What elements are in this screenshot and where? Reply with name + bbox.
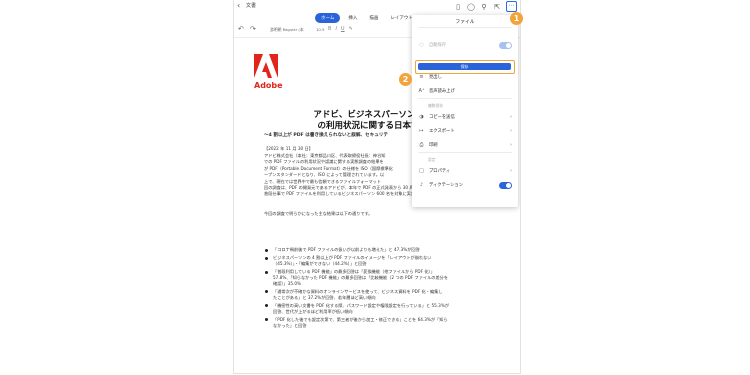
callout-step-1: 1 [510, 12, 523, 25]
headings-icon: ≡ [419, 74, 424, 80]
microphone-icon: ♪ [419, 182, 424, 188]
word-app-window: ‹ 文書 ▯ ◯ ⚲ ⇱ ⋯ ホーム 挿入 描画 レイアウト 校 ↶ ↷ 游明朝… [233, 0, 521, 374]
chevron-right-icon: › [510, 114, 512, 120]
dictation-toggle[interactable] [499, 181, 512, 189]
chevron-right-icon: › [510, 128, 512, 134]
section-label-save-copy: 複数保存 [428, 103, 444, 108]
menu-item-properties[interactable]: □ プロパティ › [418, 166, 512, 176]
divider [418, 152, 512, 153]
list-item: 「PDF 化した後でも設定次第で、第三者が後から加工・修正できる」ことを 64.… [264, 317, 494, 328]
document-subtitle: 〜4 割以上が PDF は書き換えられないと誤解、セキュリテ [264, 133, 388, 138]
send-copy-icon: ◑ [419, 114, 424, 120]
list-item: ビジネスパーソンの 4 割以上が PDF ファイルのイメージを「レイアウトが崩れ… [264, 255, 494, 266]
read-aloud-icon: A⁺ [418, 88, 425, 94]
chevron-left-icon[interactable]: ‹ [237, 1, 240, 10]
divider [418, 98, 512, 99]
more-icon[interactable]: ⋯ [506, 1, 517, 12]
underline-icon[interactable]: U [341, 26, 345, 32]
font-selector[interactable]: 游明朝 Regular (本 [270, 27, 304, 33]
tab-home[interactable]: ホーム [315, 13, 341, 23]
font-size-selector[interactable]: 10.5 [316, 27, 324, 32]
menu-item-send-copy[interactable]: ◑ コピーを送信 › [418, 112, 512, 122]
file-menu-panel: ファイル ○ 自動保存 保存 ≡ 見出し A⁺ 音声読み上げ 複数保存 ◑ コピ… [412, 15, 518, 207]
highlight-icon[interactable]: ✎ [349, 26, 353, 32]
menu-item-headings[interactable]: ≡ 見出し [418, 72, 512, 82]
print-icon: ⎙ [419, 142, 424, 148]
bold-icon[interactable]: B [328, 26, 331, 32]
autosave-icon: ○ [419, 42, 424, 48]
intro-paragraph: 今回の調査で明らかになった主な結果は以下の通りです。 [264, 211, 373, 216]
share-icon[interactable]: ⇱ [493, 3, 501, 11]
undo-icon[interactable]: ↶ [238, 25, 244, 33]
autosave-row: ○ 自動保存 [418, 40, 512, 50]
document-date: 【2022 年 11 月 30 日】 [264, 146, 313, 151]
list-item: 「通常次が不確かな資料のオンラインサービスを使って、ビジネス資料を PDF 化・… [264, 289, 494, 300]
menu-item-export[interactable]: ↦ エクスポート › [418, 126, 512, 136]
tab-insert[interactable]: 挿入 [344, 13, 361, 23]
properties-icon: □ [419, 168, 424, 174]
redo-icon[interactable]: ↷ [250, 25, 256, 33]
top-bar: ‹ 文書 ▯ ◯ ⚲ ⇱ ⋯ [234, 0, 520, 12]
list-item: 「普段利用している PDF 機能」の最多回答は「変換機能（他ファイルから PDF… [264, 269, 494, 286]
section-label-settings: 設定 [428, 157, 436, 162]
export-icon: ↦ [419, 128, 424, 134]
file-menu-title: ファイル [455, 20, 475, 25]
callout-step-2: 2 [399, 73, 412, 86]
italic-icon[interactable]: I [335, 26, 336, 32]
findings-list: 「コロナ禍前後で PDF ファイルの扱いが以前よりも増えた」と 47.3%が回答… [264, 247, 494, 331]
format-icons: B I U ✎ [328, 26, 353, 32]
save-button[interactable]: 保存 [418, 63, 511, 70]
menu-item-dictation: ♪ ディクテーション [418, 180, 512, 190]
phone-icon[interactable]: ▯ [454, 3, 462, 11]
list-item: 「コロナ禍前後で PDF ファイルの扱いが以前よりも増えた」と 47.3%が回答 [264, 247, 494, 253]
adobe-wordmark: Adobe [254, 81, 283, 90]
autosave-label: 自動保存 [429, 43, 447, 48]
menu-item-print[interactable]: ⎙ 印刷 › [418, 140, 512, 150]
document-title: 文書 [246, 3, 257, 9]
menu-item-read-aloud[interactable]: A⁺ 音声読み上げ [418, 86, 512, 96]
divider [418, 27, 512, 28]
tab-draw[interactable]: 描画 [365, 13, 382, 23]
search-icon[interactable]: ⚲ [480, 3, 488, 11]
chevron-right-icon: › [510, 168, 512, 174]
top-icons: ▯ ◯ ⚲ ⇱ ⋯ [454, 1, 517, 12]
lightbulb-icon[interactable]: ◯ [467, 3, 475, 11]
autosave-toggle[interactable] [499, 41, 512, 49]
chevron-right-icon: › [510, 142, 512, 148]
adobe-logo [254, 54, 278, 78]
list-item: 「機密性の高い文書を PDF 化する際、パスワード設定や権限設定を行っている」と… [264, 303, 494, 314]
